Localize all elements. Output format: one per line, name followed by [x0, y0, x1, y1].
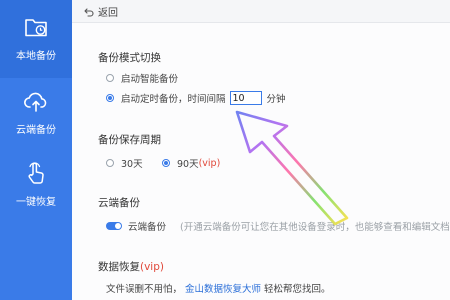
sidebar-item-local-backup[interactable]: 本地备份 — [0, 0, 72, 78]
sidebar-item-label: 本地备份 — [16, 51, 56, 62]
sidebar-item-cloud-backup[interactable]: 云端备份 — [0, 88, 72, 166]
hand-pointer-icon — [28, 162, 44, 184]
cloud-upload-icon — [24, 92, 47, 112]
sidebar-item-one-click-restore[interactable]: 一键恢复 — [0, 160, 72, 238]
annotation-arrow — [235, 110, 349, 226]
main-panel: 返回 备份模式切换 启动智能备份 启动定时备份，时间间隔 分钟 备份保存周期 3… — [72, 0, 450, 300]
sidebar-item-label: 一键恢复 — [16, 197, 56, 208]
sidebar-item-label: 云端备份 — [16, 125, 56, 136]
sidebar: 本地备份 云端备份 一键恢复 — [0, 0, 72, 300]
folder-clock-icon — [25, 19, 47, 37]
